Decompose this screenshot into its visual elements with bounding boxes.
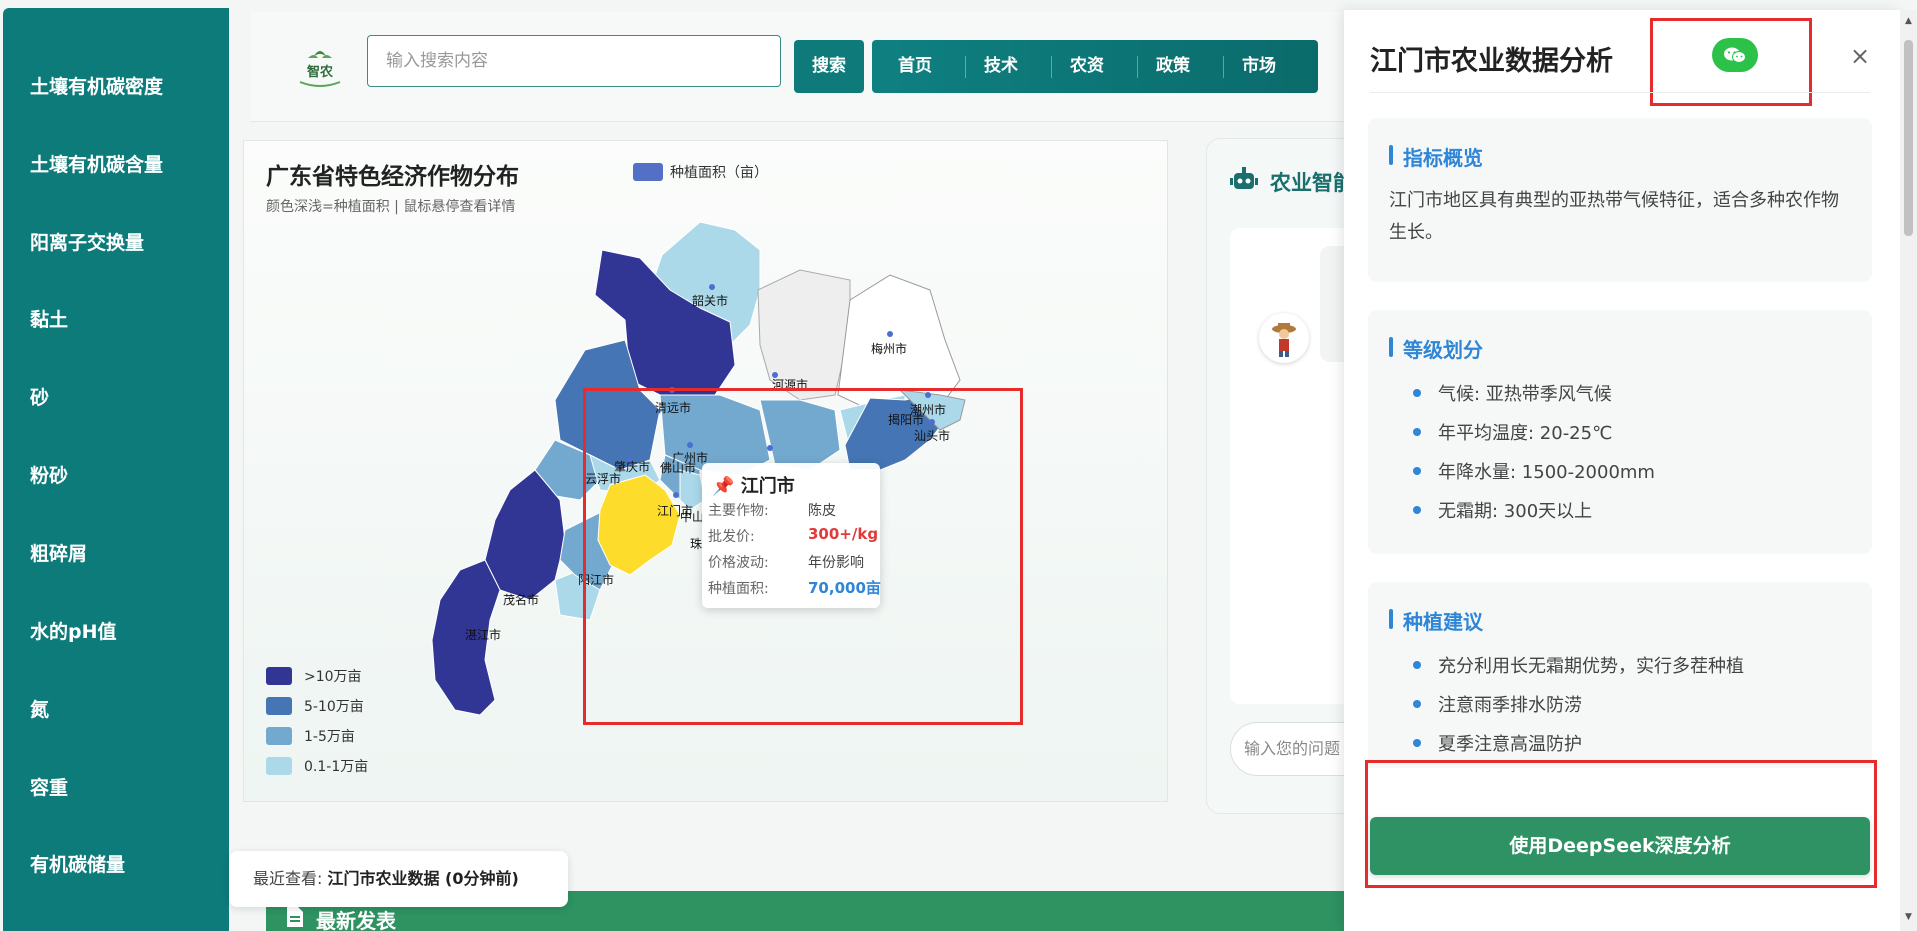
visual-map-label: 1-5万亩 [304, 729, 355, 745]
bullet-dot [1413, 428, 1421, 436]
visual-map-swatch[interactable] [266, 727, 292, 745]
nav-home[interactable]: 首页 [872, 40, 958, 93]
document-icon [287, 907, 303, 927]
bullet-dot [1413, 700, 1421, 708]
section-overview-text: 江门市地区具有典型的亚热带气候特征，适合多种农作物生长。 [1389, 190, 1839, 243]
logo-text: 智农 [307, 64, 333, 80]
visual-map-swatch[interactable] [266, 697, 292, 715]
sidebar-item-clay[interactable]: 黏土 [30, 305, 68, 332]
robot-icon [1230, 167, 1258, 189]
grading-item: 年降水量: 1500-2000mm [1438, 462, 1655, 483]
visual-map-label: 5-10万亩 [304, 699, 364, 715]
scroll-down-icon[interactable]: ▼ [1900, 912, 1917, 922]
nav-supplies[interactable]: 农资 [1044, 40, 1130, 93]
bullet-dot [1413, 467, 1421, 475]
sidebar-item-silt[interactable]: 粉砂 [30, 461, 68, 488]
scrollbar-thumb[interactable] [1904, 40, 1913, 236]
planting-item: 充分利用长无霜期优势，实行多茬种植 [1438, 656, 1744, 677]
series-legend-swatch[interactable] [633, 163, 663, 181]
nav-market[interactable]: 市场 [1216, 40, 1302, 93]
series-legend-label[interactable]: 种植面积（亩） [670, 162, 768, 182]
panel-divider [1370, 92, 1870, 93]
main-nav: 首页 技术 农资 政策 市场 [872, 40, 1318, 93]
planting-item: 注意雨季排水防涝 [1438, 695, 1582, 716]
grading-item: 无霜期: 300天以上 [1438, 501, 1593, 522]
sidebar-item-cation-exchange[interactable]: 阳离子交换量 [30, 228, 144, 255]
nav-tech[interactable]: 技术 [958, 40, 1044, 93]
recent-view-toast[interactable]: 最近查看: 江门市农业数据 (0分钟前) [229, 851, 568, 907]
logo-icon: 智农 [299, 51, 341, 87]
sidebar-item-organic-carbon-stock[interactable]: 有机碳储量 [30, 850, 125, 877]
sidebar-item-nitrogen[interactable]: 氮 [30, 695, 49, 722]
map-subtitle: 颜色深浅=种植面积 | 鼠标悬停查看详情 [266, 199, 516, 215]
grading-item: 气候: 亚热带季风气候 [1438, 384, 1612, 405]
grading-item: 年平均温度: 20-25℃ [1438, 423, 1613, 444]
logo[interactable]: 智农 [292, 46, 348, 90]
sidebar-item-water-ph[interactable]: 水的pH值 [30, 617, 117, 644]
section-accent-bar [1389, 337, 1393, 357]
sidebar-item-sand[interactable]: 砂 [30, 383, 49, 410]
ai-title: 农业智能 [1270, 171, 1354, 195]
section-accent-bar [1389, 145, 1393, 165]
section-accent-bar [1389, 609, 1393, 629]
visual-map-swatch[interactable] [266, 757, 292, 775]
sidebar-item-coarse-fragments[interactable]: 粗碎屑 [30, 539, 87, 566]
sidebar-item-soil-organic-carbon-content[interactable]: 土壤有机碳含量 [30, 150, 163, 177]
section-title-grading: 等级划分 [1403, 338, 1483, 362]
nav-policy[interactable]: 政策 [1130, 40, 1216, 93]
section-title-planting: 种植建议 [1403, 610, 1483, 634]
farmer-icon [1272, 323, 1296, 357]
annotation-box [1365, 760, 1877, 888]
sidebar-item-soil-organic-carbon-density[interactable]: 土壤有机碳密度 [30, 72, 163, 99]
bullet-dot [1413, 739, 1421, 747]
search-input[interactable]: 输入搜索内容 [367, 35, 781, 87]
scroll-up-icon[interactable]: ▲ [1900, 16, 1917, 26]
bullet-dot [1413, 506, 1421, 514]
section-title-overview: 指标概览 [1403, 146, 1483, 170]
visual-map-label: 0.1-1万亩 [304, 759, 369, 775]
farmer-avatar [1259, 313, 1309, 363]
search-button[interactable]: 搜索 [794, 40, 864, 93]
latest-publish-label: 最新发表 [316, 909, 396, 931]
sidebar-item-bulk-density[interactable]: 容重 [30, 773, 68, 800]
bullet-dot [1413, 661, 1421, 669]
close-icon[interactable]: × [1850, 42, 1870, 70]
panel-title: 江门市农业数据分析 [1370, 46, 1613, 77]
visual-map-swatch[interactable] [266, 667, 292, 685]
planting-item: 夏季注意高温防护 [1438, 734, 1582, 755]
visual-map-label: >10万亩 [304, 669, 362, 685]
annotation-box [583, 388, 1023, 725]
bullet-dot [1413, 389, 1421, 397]
map-title: 广东省特色经济作物分布 [266, 164, 519, 190]
